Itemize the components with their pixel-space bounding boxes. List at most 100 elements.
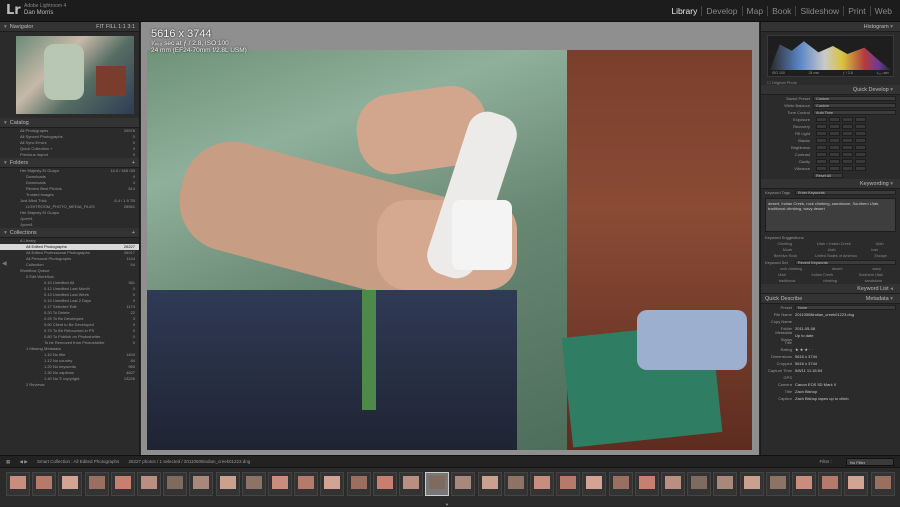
filmstrip-thumbnail[interactable] xyxy=(346,472,371,496)
metadata-value[interactable]: 5616 x 3744 xyxy=(795,353,817,360)
grid-view-icon[interactable]: ▦ xyxy=(6,459,10,464)
tone-step-button[interactable] xyxy=(855,152,866,157)
metadata-value[interactable]: Canon EOS 5D Mark II xyxy=(795,381,836,388)
filmstrip-thumbnail[interactable] xyxy=(818,472,843,496)
saved-preset-dropdown[interactable]: Custom xyxy=(813,96,896,101)
filmstrip-thumbnail[interactable] xyxy=(844,472,869,496)
tone-step-button[interactable] xyxy=(829,131,840,136)
metadata-value[interactable]: 5616 x 3744 xyxy=(795,360,817,367)
zoom-options[interactable]: FIT FILL 1:1 3:1 xyxy=(96,22,135,31)
filmstrip-thumbnail[interactable] xyxy=(320,472,345,496)
filmstrip-thumbnail[interactable] xyxy=(215,472,240,496)
metadata-view-dropdown[interactable]: Quick Describe xyxy=(765,294,802,303)
tone-step-button[interactable] xyxy=(829,159,840,164)
filmstrip-thumbnail[interactable] xyxy=(451,472,476,496)
module-slideshow[interactable]: Slideshow xyxy=(795,6,843,16)
module-web[interactable]: Web xyxy=(869,6,896,16)
metadata-value[interactable]: Zach Bishop tapes up to climb xyxy=(795,395,849,402)
tone-step-button[interactable] xyxy=(842,145,853,150)
filmstrip-thumbnail[interactable] xyxy=(792,472,816,496)
tone-step-button[interactable] xyxy=(829,138,840,143)
filmstrip-thumbnail[interactable] xyxy=(713,472,738,496)
tone-step-button[interactable] xyxy=(816,117,827,122)
filmstrip-thumbnail[interactable] xyxy=(32,472,57,496)
metadata-value[interactable]: Up to date xyxy=(795,332,813,339)
keyword-set-item[interactable]: traditional xyxy=(779,278,795,284)
tone-step-button[interactable] xyxy=(855,145,866,150)
tone-step-button[interactable] xyxy=(855,138,866,143)
tone-step-button[interactable] xyxy=(855,124,866,129)
tone-step-button[interactable] xyxy=(842,166,853,171)
filmstrip-thumbnail[interactable] xyxy=(84,472,109,496)
keyword-suggestion[interactable]: United States of America xyxy=(815,253,857,259)
tone-step-button[interactable] xyxy=(855,166,866,171)
filmstrip-thumbnail[interactable] xyxy=(58,472,83,496)
module-library[interactable]: Library xyxy=(667,6,701,16)
module-develop[interactable]: Develop xyxy=(701,6,741,16)
collection-item[interactable]: 2 Reviews xyxy=(0,382,139,388)
tone-step-button[interactable] xyxy=(829,166,840,171)
metadata-value[interactable]: Zach Bishop xyxy=(795,388,817,395)
filmstrip-thumbnail[interactable] xyxy=(687,472,712,496)
tone-step-button[interactable] xyxy=(855,117,866,122)
tone-step-button[interactable] xyxy=(842,138,853,143)
reset-all-button[interactable]: Reset All xyxy=(813,173,843,178)
filmstrip-thumbnail[interactable] xyxy=(608,472,633,496)
loupe-photo[interactable] xyxy=(147,50,752,450)
filmstrip-thumbnail[interactable] xyxy=(189,472,214,496)
filmstrip-thumbnail[interactable] xyxy=(268,472,292,496)
navigator-header[interactable]: ▾ Navigator FIT FILL 1:1 3:1 xyxy=(0,22,139,32)
tone-step-button[interactable] xyxy=(842,152,853,157)
filmstrip-thumbnail[interactable] xyxy=(372,472,397,496)
filmstrip-thumbnail[interactable] xyxy=(739,472,764,496)
tone-step-button[interactable] xyxy=(829,145,840,150)
nav-back-icon[interactable]: ◀ ▶ xyxy=(20,459,28,464)
filmstrip-thumbnail[interactable] xyxy=(6,472,30,496)
histogram-header[interactable]: Histogram ▾ xyxy=(761,22,900,32)
tone-step-button[interactable] xyxy=(842,117,853,122)
keyword-list-header[interactable]: Keyword List ◂ xyxy=(761,284,900,294)
module-print[interactable]: Print xyxy=(843,6,869,16)
keyword-set-dropdown[interactable]: Recent Keywords xyxy=(795,260,896,265)
left-panel-toggle-icon[interactable]: ◀ xyxy=(2,260,7,267)
navigator-preview[interactable] xyxy=(16,36,134,114)
filmstrip-thumbnail[interactable] xyxy=(503,472,528,496)
filmstrip-thumbnail[interactable] xyxy=(399,472,423,496)
tone-step-button[interactable] xyxy=(816,159,827,164)
filmstrip-toggle-icon[interactable]: ▼ xyxy=(445,502,449,507)
catalog-header[interactable]: ▾ Catalog xyxy=(0,118,139,128)
metadata-value[interactable]: 5/8/11 11:18:54 xyxy=(795,367,822,374)
filmstrip-thumbnail[interactable] xyxy=(425,472,450,496)
filmstrip-thumbnail[interactable] xyxy=(163,472,188,496)
filmstrip-thumbnail[interactable] xyxy=(294,472,319,496)
metadata-header[interactable]: Quick Describe Metadata ▾ xyxy=(761,294,900,304)
tone-step-button[interactable] xyxy=(816,145,827,150)
quick-develop-header[interactable]: Quick Develop ▾ xyxy=(761,85,900,95)
collections-header[interactable]: ▾ Collections + xyxy=(0,228,139,238)
filmstrip-thumbnail[interactable] xyxy=(530,472,554,496)
tone-step-button[interactable] xyxy=(829,152,840,157)
keywording-header[interactable]: Keywording ▾ xyxy=(761,179,900,189)
histogram[interactable]: ISO 100 24 mm ƒ / 2.8 ¹⁄₄₀₀ sec xyxy=(767,35,894,77)
source-indicator[interactable]: Smart Collection : All Edited Photograph… xyxy=(37,459,119,464)
tone-step-button[interactable] xyxy=(842,131,853,136)
module-map[interactable]: Map xyxy=(741,6,768,16)
filmstrip-thumbnail[interactable] xyxy=(582,472,607,496)
folders-header[interactable]: ▾ Folders + xyxy=(0,158,139,168)
filmstrip-thumbnail[interactable] xyxy=(137,472,161,496)
tone-step-button[interactable] xyxy=(855,131,866,136)
metadata-value[interactable]: 20110508indian_creek01223.dng xyxy=(795,311,854,318)
auto-tone-button[interactable]: Auto Tone xyxy=(813,110,896,115)
tone-step-button[interactable] xyxy=(816,124,827,129)
tone-step-button[interactable] xyxy=(816,138,827,143)
tone-step-button[interactable] xyxy=(829,117,840,122)
filmstrip-thumbnail[interactable] xyxy=(634,472,659,496)
keywords-textarea[interactable]: desert, Indian Creek, rock climbing, san… xyxy=(765,198,896,232)
filmstrip-thumbnail[interactable] xyxy=(870,472,895,496)
white-balance-dropdown[interactable]: Custom xyxy=(813,103,896,108)
filmstrip-thumbnail[interactable] xyxy=(241,472,266,496)
metadata-preset-dropdown[interactable]: None xyxy=(795,305,896,310)
keyword-set-item[interactable]: climbing xyxy=(823,278,837,284)
add-folder-icon[interactable]: + xyxy=(132,158,135,167)
module-book[interactable]: Book xyxy=(767,6,795,16)
